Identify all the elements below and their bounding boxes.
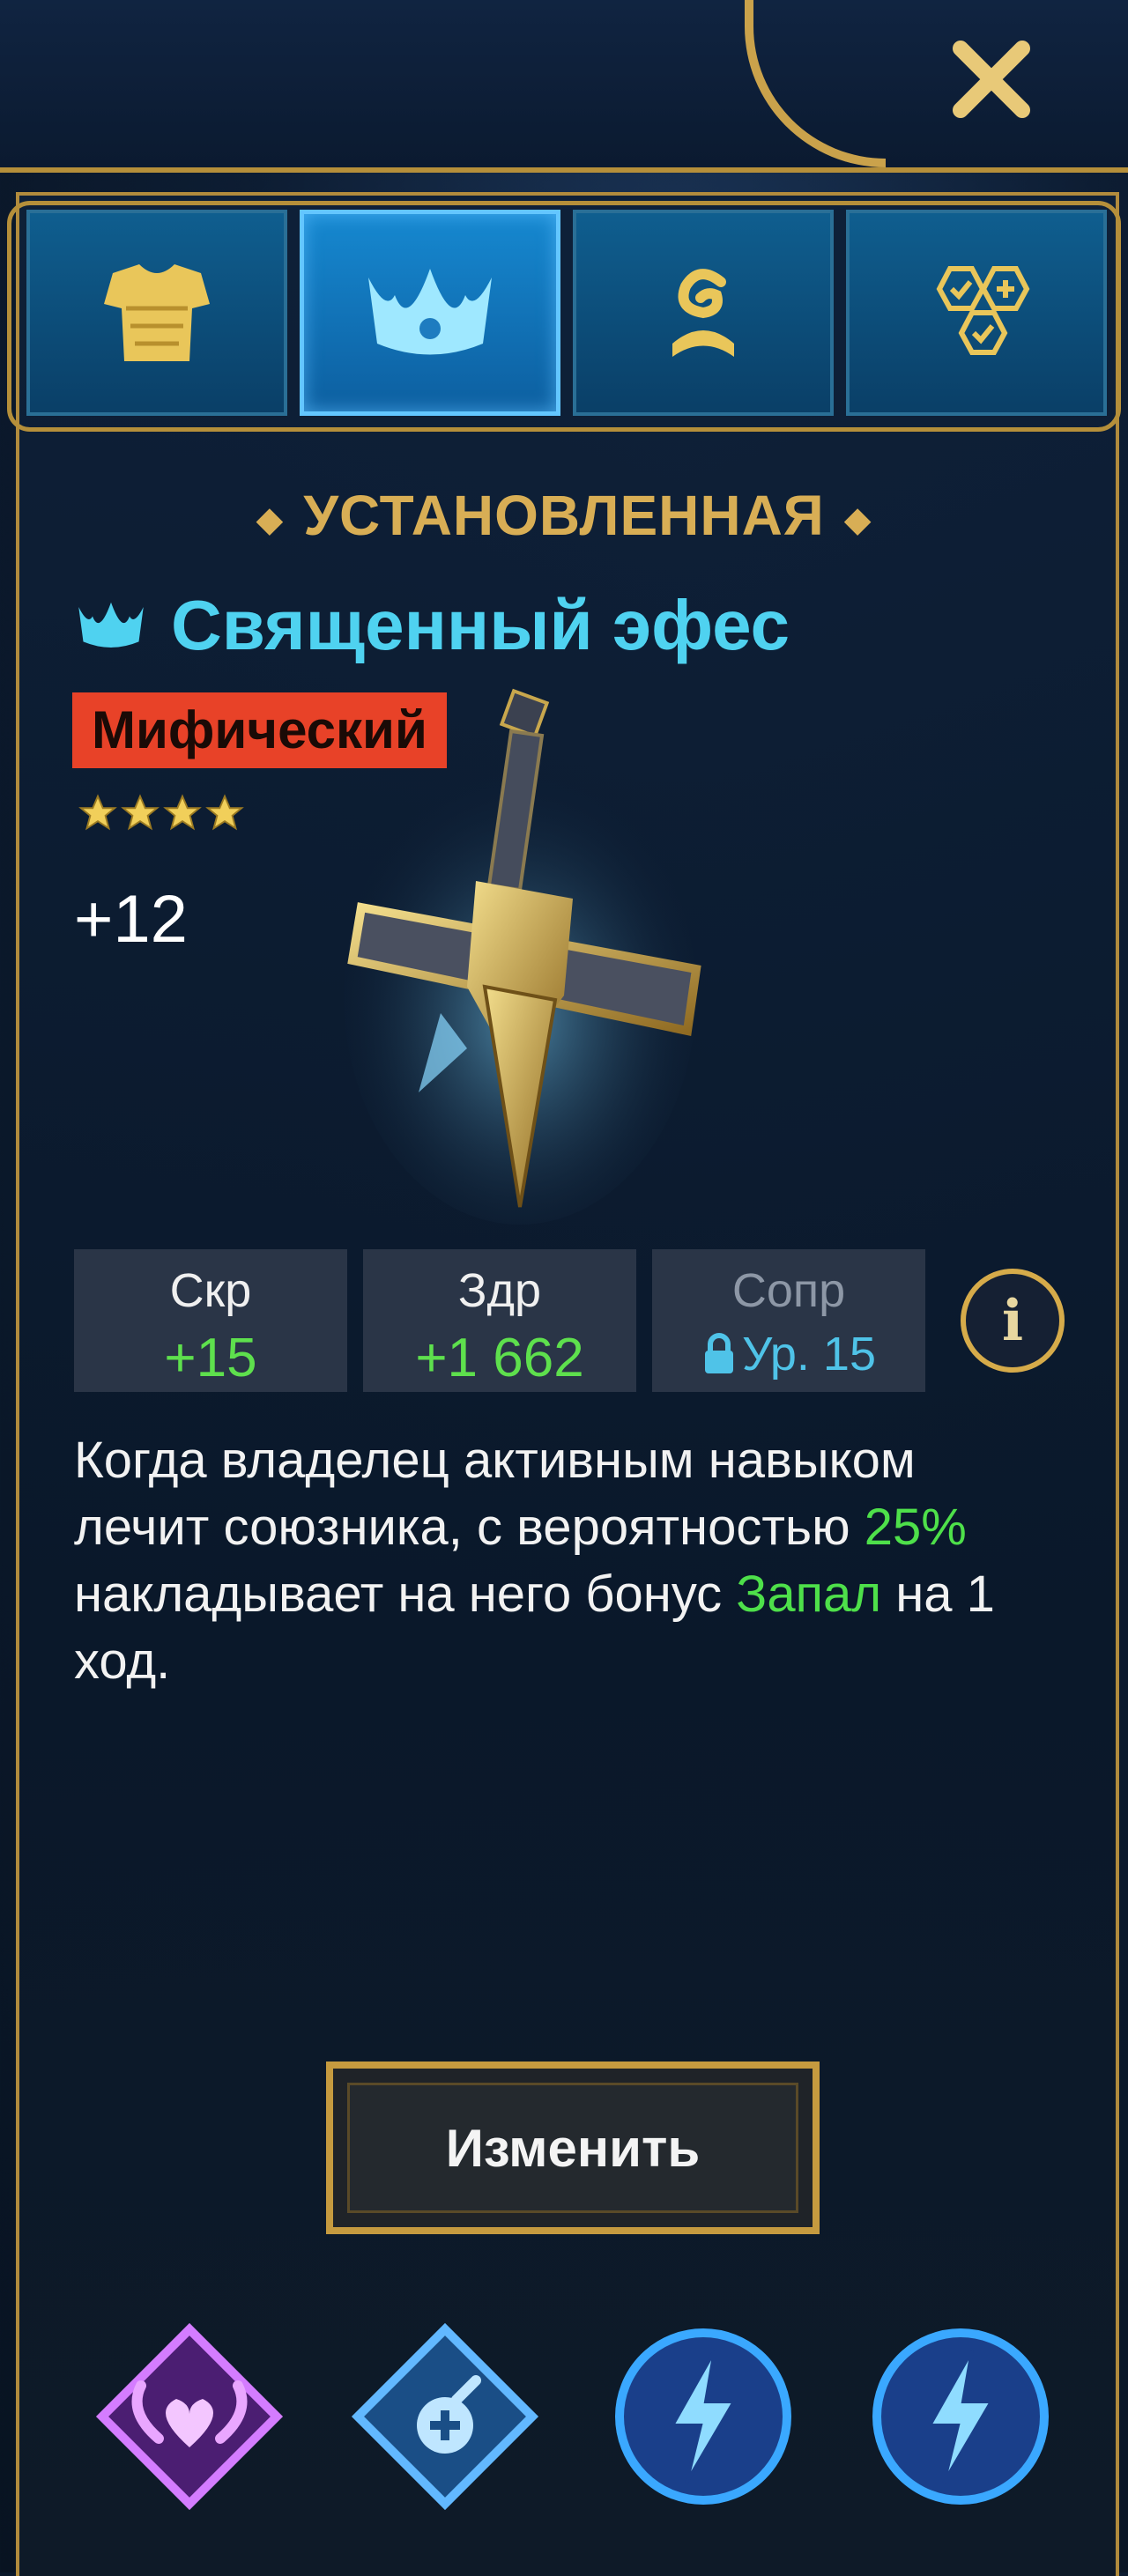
tab-accessory[interactable]	[300, 210, 560, 416]
tab-armor[interactable]	[26, 210, 287, 416]
close-button[interactable]	[934, 22, 1049, 137]
stat-name: Сопр	[731, 1264, 846, 1317]
sword-hilt-artifact-image	[344, 688, 701, 1225]
info-icon: i	[1001, 1287, 1024, 1354]
star-icon	[163, 794, 202, 831]
artifact-description: Когда владелец активным навыком лечит со…	[74, 1427, 1061, 1695]
star-icon	[78, 794, 117, 831]
change-button[interactable]: Изменить	[326, 2062, 820, 2234]
stat-name: Скр	[169, 1264, 252, 1317]
tab-bar	[18, 201, 1110, 430]
lightning-icon[interactable]	[859, 2315, 1062, 2518]
section-label: ◆ УСТАНОВЛЕННАЯ ◆	[0, 483, 1128, 548]
stat-name: Здр	[457, 1264, 542, 1317]
lightning-icon[interactable]	[602, 2315, 805, 2518]
stat-unlock-level: Ур. 15	[652, 1327, 925, 1381]
set-bonus-icon	[936, 266, 1030, 355]
lock-icon	[705, 1333, 733, 1373]
stat-resistance-locked: Сопр Ур. 15	[652, 1249, 925, 1392]
top-bar	[0, 0, 1128, 173]
item-title-row: Священный эфес	[74, 581, 790, 670]
wings-heart-icon[interactable]	[88, 2315, 291, 2518]
star-rating	[78, 793, 245, 833]
relic-scroll-icon	[672, 269, 734, 357]
potion-plus-icon[interactable]	[344, 2315, 546, 2518]
stat-speed: Скр +15	[74, 1249, 347, 1392]
section-label-text: УСТАНОВЛЕННАЯ	[303, 484, 825, 547]
stat-value: Ур. 15	[742, 1328, 876, 1381]
change-button-label: Изменить	[445, 2118, 701, 2178]
item-title: Священный эфес	[171, 586, 790, 664]
diamond-icon: ◆	[256, 500, 285, 540]
description-chance: 25%	[864, 1499, 967, 1556]
tab-relic[interactable]	[573, 210, 834, 416]
description-text: Когда владелец активным навыком лечит со…	[74, 1432, 916, 1556]
description-text: накладывает на него бонус	[74, 1566, 737, 1623]
star-icon	[121, 794, 160, 831]
close-x-icon	[953, 41, 1030, 118]
armor-icon	[104, 264, 210, 361]
info-button[interactable]: i	[961, 1269, 1065, 1373]
diamond-icon: ◆	[843, 500, 872, 540]
description-buff-name[interactable]: Запал	[736, 1566, 881, 1623]
star-icon	[205, 794, 244, 831]
stat-value: +1 662	[415, 1328, 584, 1388]
tab-set-bonus[interactable]	[846, 210, 1107, 416]
stat-value: +15	[164, 1328, 257, 1388]
stat-hp: Здр +1 662	[363, 1249, 636, 1392]
crown-icon	[368, 269, 492, 355]
decorative-arc	[745, 0, 886, 167]
item-level: +12	[74, 882, 188, 957]
crown-icon	[78, 602, 144, 648]
